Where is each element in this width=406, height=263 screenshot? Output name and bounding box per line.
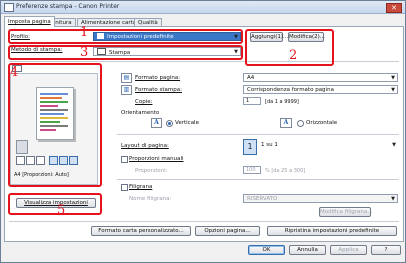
scaling-value: 100 <box>246 167 256 173</box>
page-size-label: Formato pagina: <box>135 75 181 81</box>
callout-5-number: 5 <box>57 203 66 218</box>
page-layout-select[interactable]: 1 su 1 ▼ <box>258 141 398 150</box>
landscape-radio[interactable] <box>297 120 304 127</box>
custom-paper-size-button[interactable]: Formato carta personalizzato... <box>91 226 191 236</box>
output-size-label: Formato stampa: <box>135 87 182 93</box>
page-size-icon: ▤ <box>121 73 132 83</box>
watermark-name-value: RISERVATO <box>247 196 278 202</box>
divider <box>9 221 399 222</box>
restore-defaults-button[interactable]: Ripristina impostazioni predefinite <box>267 226 397 236</box>
page-layout-label: Layout di pagina: <box>121 143 169 149</box>
orientation-label: Orientamento <box>121 110 160 116</box>
callout-1-box <box>8 29 243 44</box>
divider <box>117 179 399 180</box>
ok-button[interactable]: OK <box>248 245 285 255</box>
divider <box>9 61 399 62</box>
scaling-input[interactable]: 100 <box>243 166 261 174</box>
preferences-window: Preferenze stampa - Canon Printer ✕ Impo… <box>0 0 406 263</box>
callout-4-box <box>8 63 102 187</box>
callout-5-box <box>8 193 102 215</box>
scaling-range: % [da 25 a 300] <box>265 168 306 174</box>
help-button[interactable]: ? <box>371 245 401 255</box>
manual-scaling-checkbox[interactable] <box>121 156 128 163</box>
watermark-label: Filigrana <box>129 184 153 190</box>
portrait-label: Verticale <box>175 120 199 126</box>
output-size-select[interactable]: Corrispondenza formato pagina ▼ <box>243 85 398 94</box>
output-size-icon: ▥ <box>121 85 132 95</box>
callout-4-number: 4 <box>10 65 19 80</box>
window-title: Preferenze stampa - Canon Printer <box>16 3 120 10</box>
callout-3-box <box>8 45 243 60</box>
callout-2-number: 2 <box>289 48 298 63</box>
page-options-button[interactable]: Opzioni pagina... <box>195 226 260 236</box>
title-bar: Preferenze stampa - Canon Printer ✕ <box>1 1 405 14</box>
copies-range: [da 1 a 9999] <box>265 99 299 105</box>
portrait-radio[interactable] <box>166 120 173 127</box>
page-setup-panel: Profilo: Impostazioni predefinite ▼ Aggi… <box>4 26 404 242</box>
watermark-name-label: Nome filigrana: <box>129 196 172 202</box>
copies-input[interactable]: 1 <box>243 97 261 105</box>
portrait-icon: A <box>151 118 162 128</box>
watermark-checkbox[interactable] <box>121 184 128 191</box>
edit-watermark-button[interactable]: Modifica filigrana... <box>319 207 372 217</box>
cancel-button[interactable]: Annulla <box>289 245 326 255</box>
page-size-select[interactable]: A4 ▼ <box>243 73 398 82</box>
chevron-down-icon: ▼ <box>391 196 395 202</box>
scaling-label: Proporzioni: <box>135 168 168 174</box>
landscape-icon: A <box>280 118 292 128</box>
printer-app-icon <box>4 3 14 12</box>
tab-page-setup[interactable]: Imposta pagina <box>4 16 55 27</box>
callout-1-number: 1 <box>80 25 89 40</box>
chevron-down-icon: ▼ <box>391 75 395 81</box>
divider <box>117 134 399 135</box>
chevron-down-icon: ▼ <box>391 87 395 93</box>
apply-button[interactable]: Applica <box>330 245 367 255</box>
page-layout-value: 1 su 1 <box>261 142 278 148</box>
callout-3-number: 3 <box>80 45 89 60</box>
page-size-value: A4 <box>247 75 255 81</box>
chevron-down-icon: ▼ <box>392 142 396 148</box>
output-size-value: Corrispondenza formato pagina <box>247 87 334 93</box>
landscape-label: Orizzontale <box>306 120 338 126</box>
close-button[interactable]: ✕ <box>386 3 402 13</box>
copies-value: 1 <box>246 98 250 104</box>
watermark-name-select[interactable]: RISERVATO ▼ <box>243 194 398 203</box>
manual-scaling-label: Proporzioni manuali <box>129 156 184 162</box>
page-layout-icon: 1 <box>243 139 257 155</box>
copies-label: Copie: <box>135 99 153 105</box>
